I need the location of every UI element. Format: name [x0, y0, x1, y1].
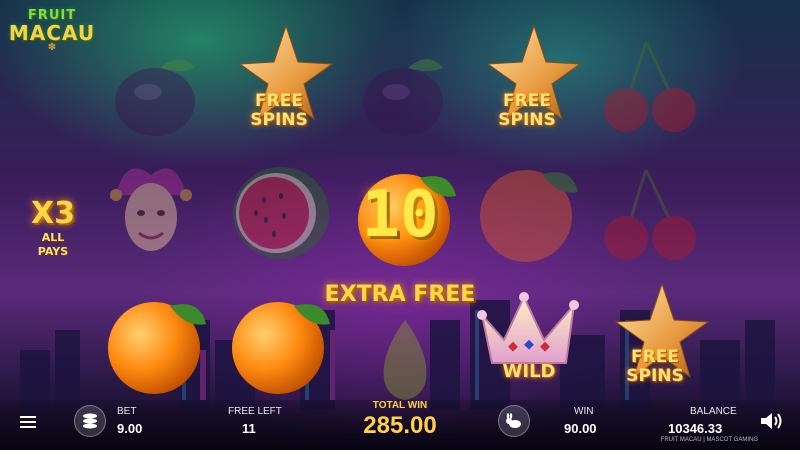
free-spins-line1: FREE — [503, 91, 551, 111]
joker-symbol — [96, 155, 206, 265]
cherries-symbol — [596, 32, 706, 142]
balance-label: BALANCE — [690, 406, 737, 417]
multiplier-line2: PAYS — [37, 245, 69, 258]
menu-icon[interactable] — [14, 410, 42, 434]
bet-label: BET — [117, 406, 137, 417]
free-spins-line2: SPINS — [498, 110, 556, 130]
win-value: 90.00 — [564, 421, 597, 436]
bet-button[interactable] — [74, 405, 106, 437]
multiplier-display: X3 ALL PAYS — [18, 196, 88, 259]
free-spins-star-symbol: FREE SPINS — [224, 24, 334, 134]
plum-symbol — [348, 40, 458, 150]
speaker-icon[interactable] — [758, 410, 784, 432]
free-left-label: FREE LEFT — [228, 406, 282, 417]
free-spins-star-symbol: FREE SPINS — [600, 282, 710, 392]
total-win-label: TOTAL WIN — [372, 400, 428, 411]
free-left-value: 11 — [242, 421, 256, 436]
win-label: WIN — [574, 406, 594, 417]
multiplier-value: X3 — [30, 196, 75, 231]
free-spins-line2: SPINS — [250, 110, 308, 130]
free-spins-line1: FREE — [255, 91, 303, 111]
credit-text: FRUIT MACAU | MASCOT GAMING — [660, 437, 758, 443]
free-spins-count: 10 — [361, 178, 439, 252]
multiplier-line1: ALL — [41, 231, 65, 244]
turbo-button[interactable] — [498, 405, 530, 437]
logo-line2: MACAU — [8, 21, 96, 45]
turbo-rabbit-icon — [506, 413, 521, 428]
orange-symbol — [474, 158, 584, 268]
free-spins-line2: SPINS — [626, 366, 684, 386]
wild-label: WILD — [502, 361, 556, 382]
game-stage: FRUIT MACAU ✽ X3 ALL PAYS FREE SPINS FRE… — [0, 0, 800, 450]
free-spins-line1: FREE — [631, 347, 679, 367]
watermelon-symbol — [226, 158, 336, 268]
coins-icon — [83, 413, 97, 429]
plum-symbol — [100, 40, 210, 150]
pear-symbol — [350, 300, 460, 410]
balance-value: 10346.33 — [668, 421, 723, 436]
bet-value: 9.00 — [117, 421, 143, 436]
orange-symbol — [102, 290, 212, 400]
total-win-value: 285.00 — [363, 412, 437, 439]
extra-free-text: EXTRA FREE — [324, 282, 476, 307]
cherries-symbol — [596, 160, 706, 270]
free-spins-star-symbol: FREE SPINS — [472, 24, 582, 134]
game-logo: FRUIT MACAU ✽ — [6, 8, 98, 62]
